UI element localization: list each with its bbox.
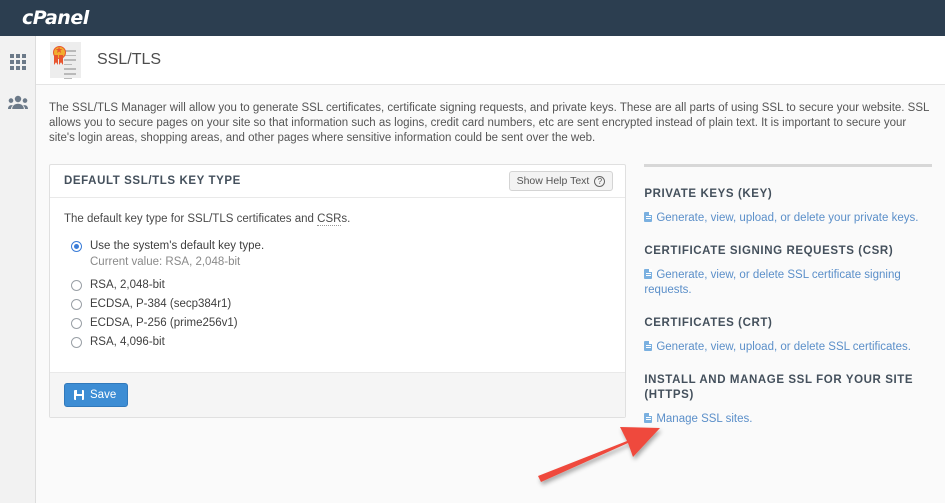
panel-body: The default key type for SSL/TLS certifi… [50,198,625,372]
key-type-option-1[interactable]: RSA, 2,048-bit [64,278,611,293]
document-icon [644,212,653,222]
key-type-label-1: RSA, 2,048-bit [90,279,165,291]
default-key-type-panel: DEFAULT SSL/TLS KEY TYPE Show Help Text … [49,164,627,418]
key-type-option-4[interactable]: RSA, 4,096-bit [64,335,611,350]
right-section-link-label-1: Generate, view, or delete SSL certificat… [644,269,901,296]
lead-text-before: The default key type for SSL/TLS certifi… [64,213,318,225]
key-type-option-2[interactable]: ECDSA, P-384 (secp384r1) [64,297,611,312]
radio-1[interactable] [71,280,82,291]
csr-abbr: CSR [317,213,342,226]
key-type-option-3[interactable]: ECDSA, P-256 (prime256v1) [64,316,611,331]
key-type-label-2: ECDSA, P-384 (secp384r1) [90,298,232,310]
right-section-link-label-2: Generate, view, upload, or delete SSL ce… [656,341,911,353]
radio-3[interactable] [71,318,82,329]
right-section-link-label-0: Generate, view, upload, or delete your p… [656,212,919,224]
floppy-disk-icon [74,390,84,400]
right-column-divider [644,164,932,167]
key-type-label-3: ECDSA, P-256 (prime256v1) [90,317,238,329]
main-content: The SSL/TLS Manager will allow you to ge… [36,85,945,503]
radio-0[interactable] [71,241,82,252]
radio-4[interactable] [71,337,82,348]
right-section-link-2[interactable]: Generate, view, upload, or delete SSL ce… [644,340,932,355]
key-type-option-0[interactable]: Use the system's default key type. [64,239,611,254]
panel-header: DEFAULT SSL/TLS KEY TYPE Show Help Text … [50,165,626,198]
right-section-heading-0: PRIVATE KEYS (KEY) [644,188,773,200]
key-type-label-4: RSA, 4,096-bit [90,336,165,348]
save-button-label: Save [90,389,117,401]
right-column: PRIVATE KEYS (KEY) Generate, view, upload… [644,164,932,427]
current-value-note: Current value: RSA, 2,048-bit [90,256,241,268]
left-icon-rail [0,36,36,503]
show-help-text-button[interactable]: Show Help Text ? [508,171,614,191]
key-type-label-0: Use the system's default key type. [90,240,265,252]
right-section-heading-2: CERTIFICATES (CRT) [644,317,773,329]
panel-heading: DEFAULT SSL/TLS KEY TYPE [64,175,241,187]
page-title: SSL/TLS [97,51,162,68]
document-icon [644,413,653,423]
question-mark-icon: ? [594,175,606,187]
cpanel-logo[interactable]: cPanel [22,7,89,29]
radio-2[interactable] [71,299,82,310]
right-section-heading-3: INSTALL AND MANAGE SSL FOR YOUR SITE (HT… [644,374,914,401]
right-section-link-0[interactable]: Generate, view, upload, or delete your p… [644,211,932,226]
sidebar-item-apps[interactable] [0,42,36,82]
top-header-bar: cPanel [0,0,945,36]
panel-lead-text: The default key type for SSL/TLS certifi… [64,213,611,226]
panel-footer: Save [50,372,626,417]
page-intro-text: The SSL/TLS Manager will allow you to ge… [49,102,929,144]
sidebar-item-users[interactable] [0,82,36,122]
left-column: DEFAULT SSL/TLS KEY TYPE Show Help Text … [49,164,627,427]
right-section-link-1[interactable]: Generate, view, or delete SSL certificat… [644,268,932,298]
help-button-label: Show Help Text [516,175,590,187]
key-type-radio-group: Use the system's default key type. Curren… [64,239,611,350]
document-icon [644,269,653,279]
apps-grid-icon [10,54,26,70]
two-column-layout: DEFAULT SSL/TLS KEY TYPE Show Help Text … [36,164,945,427]
right-section-heading-1: CERTIFICATE SIGNING REQUESTS (CSR) [644,245,894,257]
lead-text-after: s. [341,213,351,225]
save-button[interactable]: Save [64,383,129,407]
page-title-bar: SSL/TLS [36,36,945,85]
users-icon [8,95,28,109]
document-icon [644,341,653,351]
right-section-link-label-3: Manage SSL sites. [656,413,753,425]
ssl-certificate-icon [50,42,81,80]
right-section-link-3[interactable]: Manage SSL sites. [644,412,932,427]
